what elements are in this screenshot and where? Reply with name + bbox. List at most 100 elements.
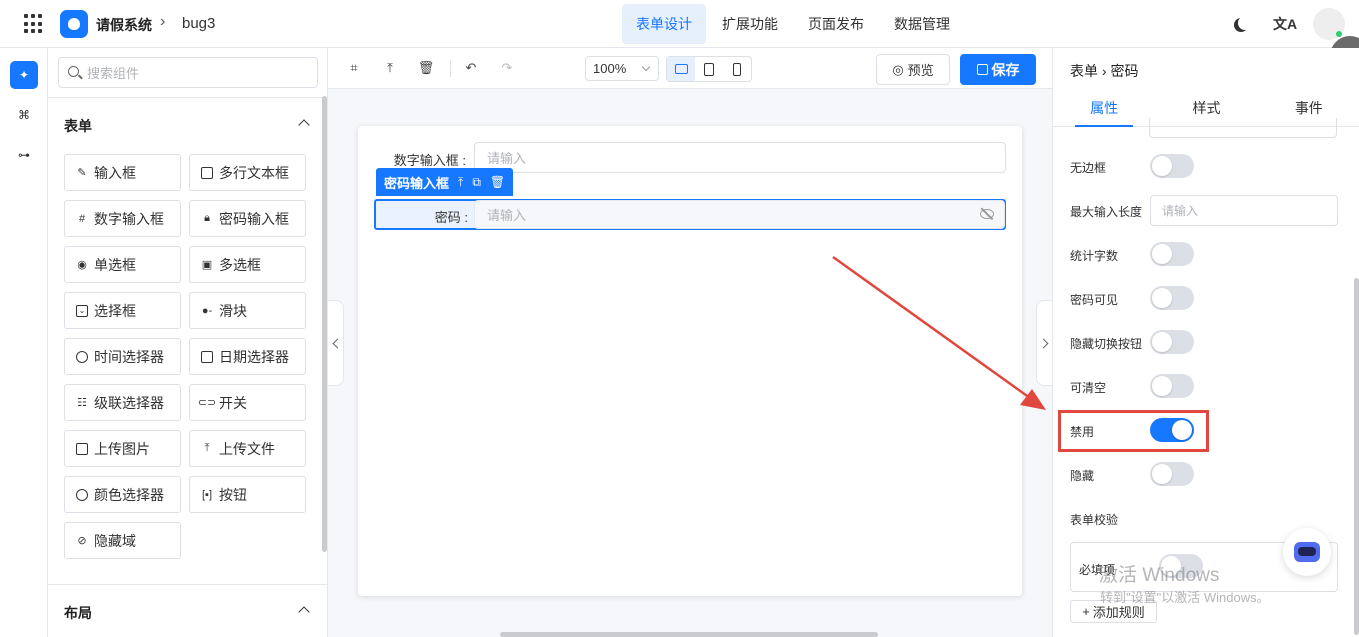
component-switch[interactable]: ⊂⊃ 开关 [189,384,306,421]
main-nav: 表单设计 扩展功能 页面发布 数据管理 [622,4,964,44]
property-panel-scrollbar[interactable] [1354,278,1359,635]
component-time-picker[interactable]: 时间选择器 [64,338,181,375]
component-upload-image[interactable]: 上传图片 [64,430,181,467]
app-logo [60,10,88,38]
component-radio[interactable]: ◉ 单选框 [64,246,181,283]
export-icon[interactable]: ⤒ [382,60,398,76]
property-panel: 表单 › 密码 属性 样式 事件 无边框 最大输入长度 统计字数 密码可见 隐藏… [1052,48,1359,637]
calendar-icon [201,350,213,363]
scrolled-input[interactable] [1149,118,1337,138]
top-bar: 请假系统 › bug3 表单设计 扩展功能 页面发布 数据管理 文A [0,0,1359,48]
app-title: 请假系统 [96,17,152,33]
form-canvas[interactable]: 数字输入框 : 密码输入框 ⤒ ⧉ 🗑︎ 密码 : [358,126,1022,596]
delete-icon[interactable]: 🗑︎ [490,175,505,189]
component-date-picker[interactable]: 日期选择器 [189,338,306,375]
clock-icon [76,350,88,363]
components-puzzle-icon[interactable]: ✦ [10,61,38,89]
disabled-label: 禁用 [1070,425,1095,439]
form-group-title[interactable]: 表单 [64,116,92,136]
dark-mode-icon[interactable] [1238,16,1252,30]
plus-icon: + [1082,604,1090,619]
component-password-input[interactable]: 🔒︎ 密码输入框 [189,200,306,237]
nav-tab-form-design[interactable]: 表单设计 [622,4,706,44]
clearable-label: 可清空 [1070,381,1107,395]
component-input[interactable]: ✎ 输入框 [64,154,181,191]
undo-icon[interactable]: ↶ [463,60,479,76]
component-cascader[interactable]: ☷ 级联选择器 [64,384,181,421]
number-icon: # [78,212,86,225]
nav-tab-extensions[interactable]: 扩展功能 [708,4,792,44]
number-field[interactable] [474,142,1006,173]
hidden-toggle[interactable] [1150,462,1194,486]
chevron-up-icon[interactable] [298,119,310,131]
disabled-toggle[interactable] [1150,418,1194,442]
nav-tab-publish[interactable]: 页面发布 [794,4,878,44]
collapse-left-panel[interactable] [328,300,344,386]
copy-icon[interactable]: ⧉ [472,175,481,190]
component-upload-file[interactable]: ⤒ 上传文件 [189,430,306,467]
code-view-icon[interactable]: ⌗ [346,60,362,76]
canvas-horizontal-scrollbar[interactable] [500,632,878,637]
tree-structure-icon[interactable]: ⊶ [10,141,38,169]
move-up-icon[interactable]: ⤒ [458,175,463,190]
component-hidden-field[interactable]: ⊘ 隐藏域 [64,522,181,559]
password-field-wrapper[interactable]: 密码 : [374,199,1006,230]
chevron-right-icon [1038,338,1048,348]
tablet-view-button[interactable] [695,57,723,81]
component-search[interactable] [58,57,318,88]
desktop-view-button[interactable] [667,57,695,81]
component-number-input[interactable]: # 数字输入框 [64,200,181,237]
max-length-input[interactable] [1162,203,1322,219]
trash-icon[interactable]: 🗑︎ [418,60,435,76]
panel-divider [48,97,327,98]
clearable-toggle[interactable] [1150,374,1194,398]
chevron-down-icon [641,62,651,72]
selected-field-type: 密码输入框 [384,175,450,191]
component-color-picker[interactable]: 颜色选择器 [64,476,181,513]
component-checkbox[interactable]: ▣ 多选框 [189,246,306,283]
save-button[interactable]: 保存 [960,54,1036,85]
desktop-icon [674,64,688,74]
redo-icon[interactable]: ↷ [499,60,515,76]
save-icon [976,64,988,75]
component-search-input[interactable] [87,64,307,82]
apps-grid-icon[interactable] [24,14,44,34]
search-icon [68,66,79,77]
checkbox-icon: ▣ [201,259,213,271]
component-panel-scrollbar[interactable] [322,96,327,552]
slider-icon: ●- [201,304,213,317]
no-border-toggle[interactable] [1150,154,1194,178]
zoom-value: 100% [593,61,627,76]
hide-toggle-switch[interactable] [1150,330,1194,354]
nav-tab-data[interactable]: 数据管理 [880,4,964,44]
canvas-toolbar: ⌗ ⤒ 🗑︎ ↶ ↷ 100% ◎ 预览 保存 [328,48,1052,89]
collapse-right-panel[interactable] [1036,300,1052,386]
component-textarea[interactable]: 多行文本框 [189,154,306,191]
mobile-view-button[interactable] [723,57,751,81]
translate-icon[interactable]: 文A [1273,14,1297,34]
image-icon [76,442,88,455]
preview-button[interactable]: ◎ 预览 [876,54,950,85]
chevron-up-icon[interactable] [298,606,310,618]
max-length-field[interactable] [1150,195,1338,226]
switch-icon: ⊂⊃ [197,397,217,409]
upload-icon: ⤒ [204,442,210,454]
ai-assistant-robot-icon[interactable] [1283,528,1331,576]
show-password-toggle[interactable] [1150,286,1194,310]
no-border-label: 无边框 [1070,161,1107,175]
chevron-left-icon [332,338,342,348]
validation-title: 表单校验 [1070,513,1119,527]
word-limit-label: 统计字数 [1070,249,1119,263]
preview-icon: ◎ [892,61,904,77]
zoom-select[interactable]: 100% [585,56,659,81]
project-name[interactable]: bug3 [182,15,215,32]
code-icon[interactable]: ⌘ [10,101,38,129]
number-field-input[interactable] [487,149,887,167]
word-limit-toggle[interactable] [1150,242,1194,266]
tab-attributes[interactable]: 属性 [1053,89,1155,127]
component-select[interactable]: ⌄ 选择框 [64,292,181,329]
component-button[interactable]: [▪] 按钮 [189,476,306,513]
layout-group-title[interactable]: 布局 [64,603,92,623]
component-slider[interactable]: ●- 滑块 [189,292,306,329]
pencil-icon: ✎ [77,167,87,179]
